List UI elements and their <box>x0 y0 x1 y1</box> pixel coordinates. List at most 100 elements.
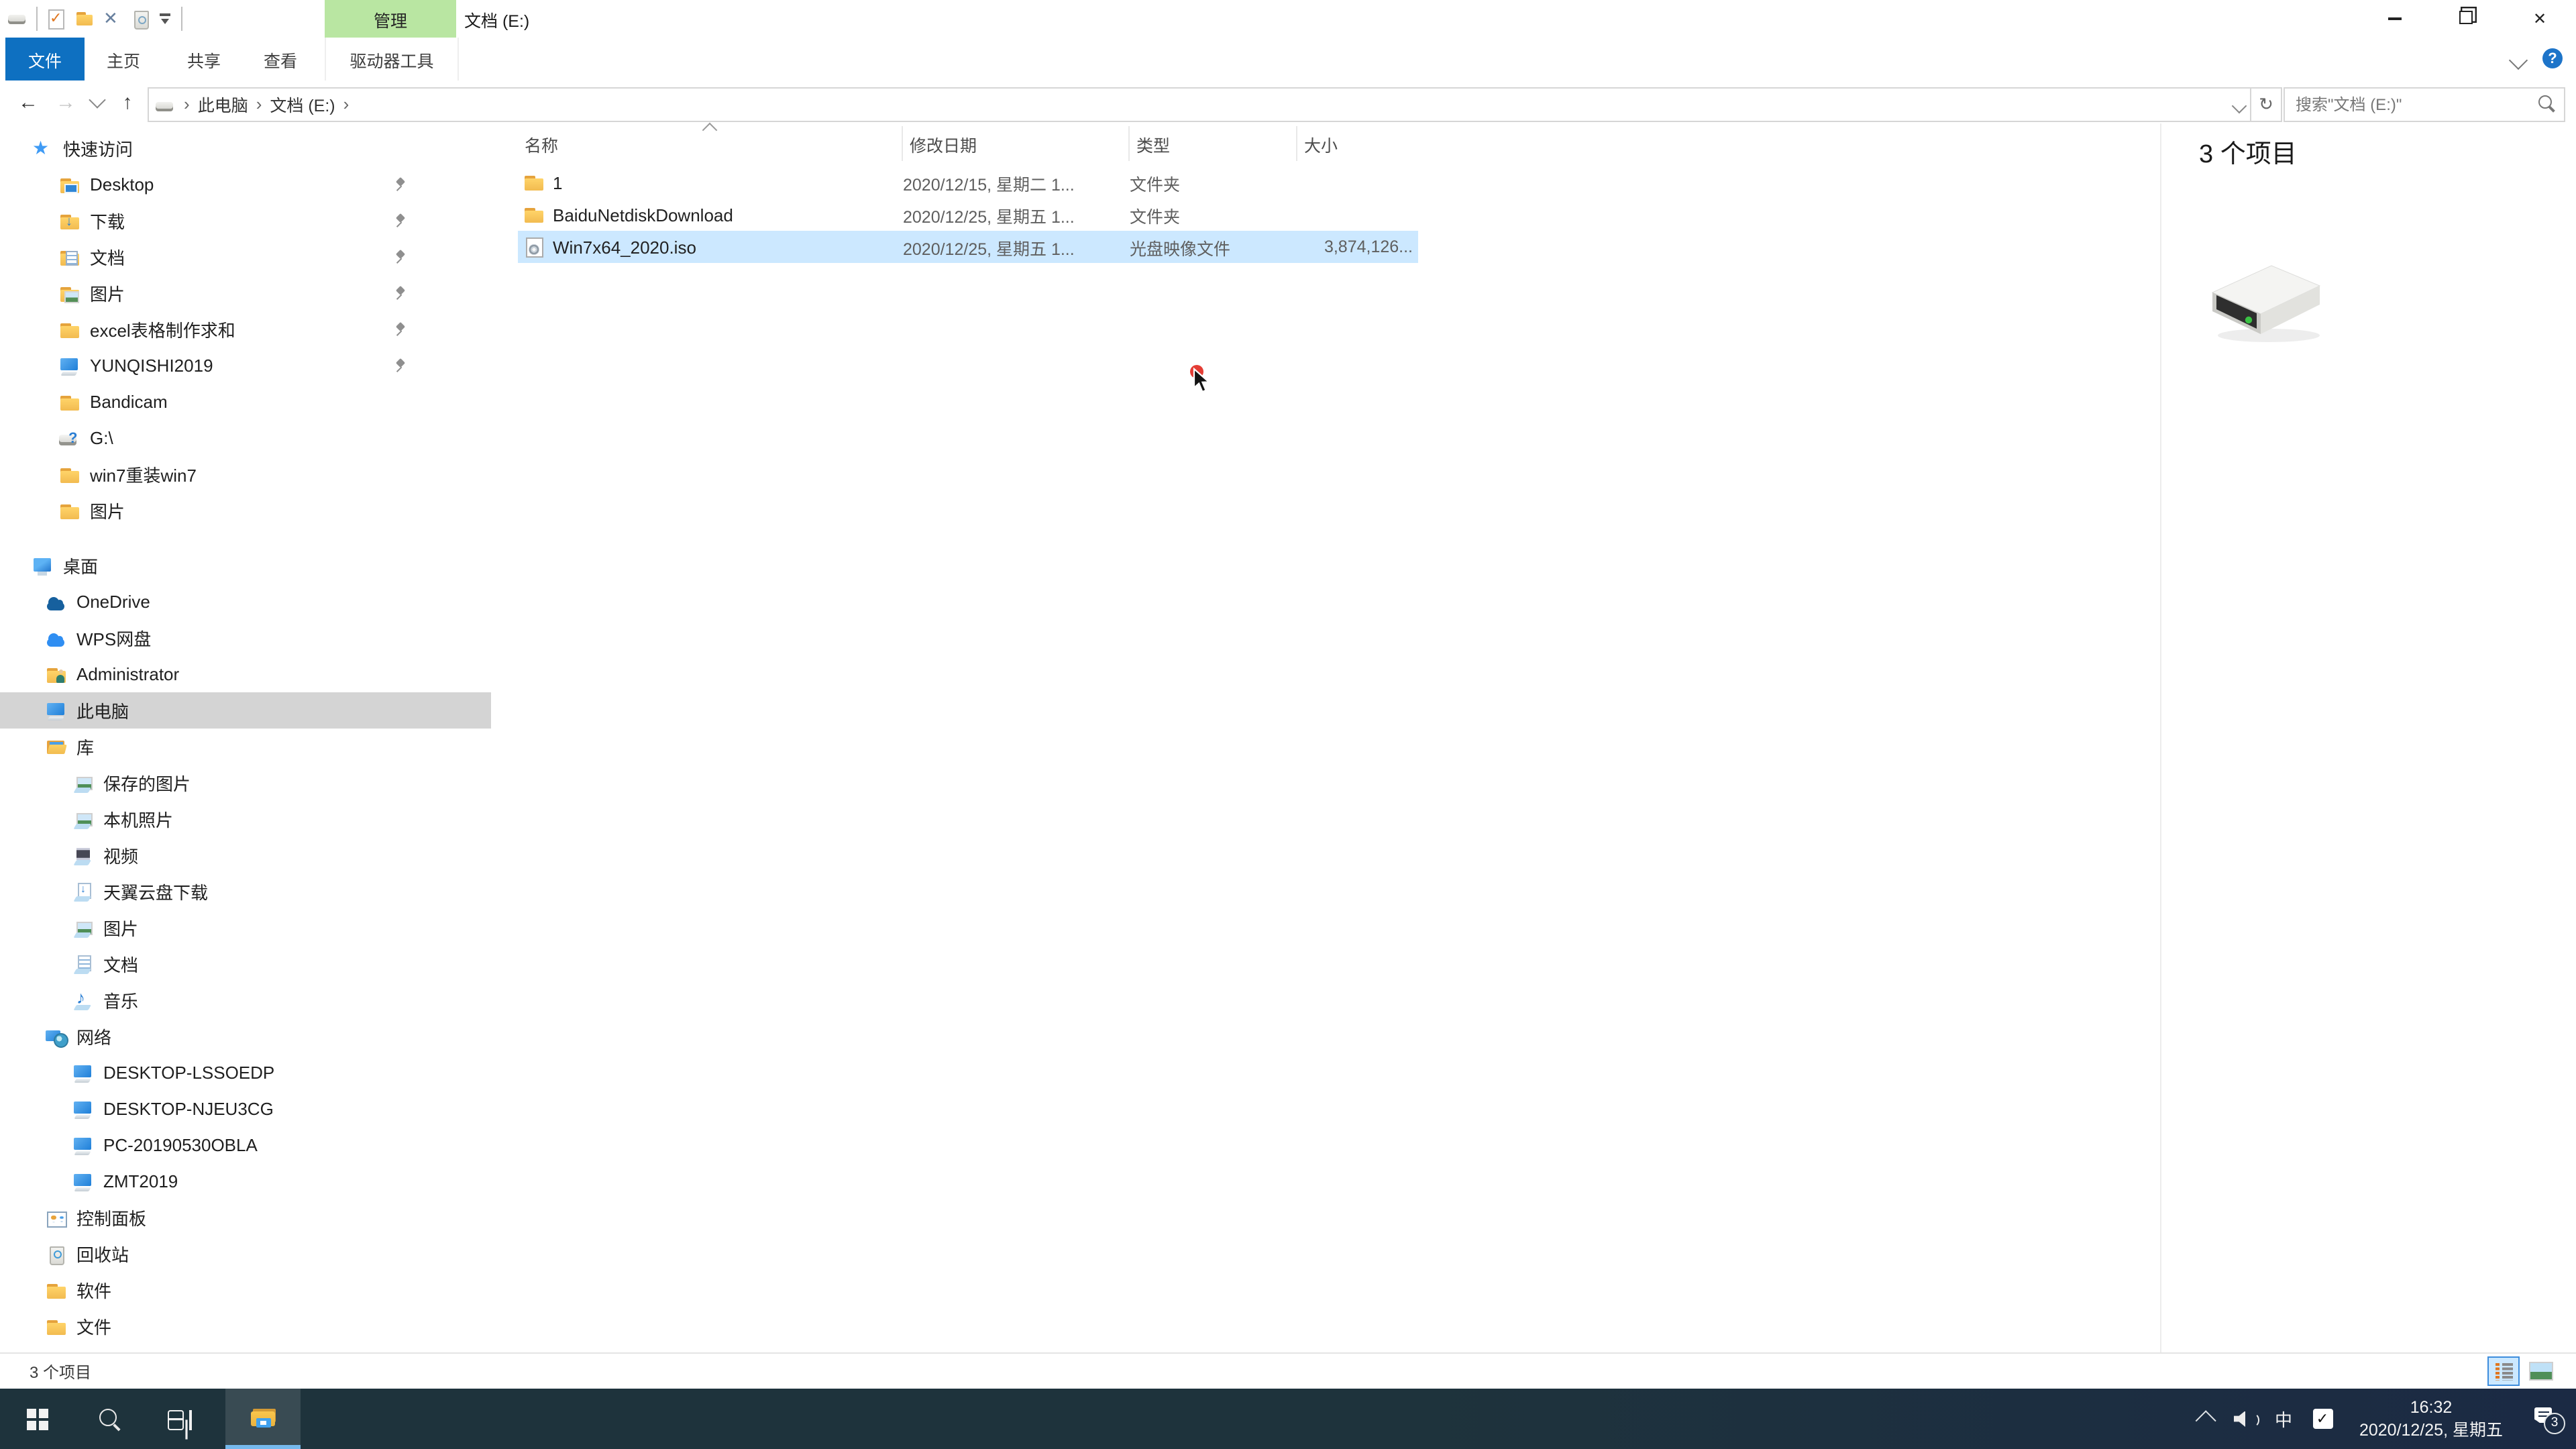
sidebar-item[interactable]: win7重装win7 <box>0 456 491 492</box>
address-dropdown-chevron-icon[interactable] <box>2231 97 2247 113</box>
sidebar-item[interactable]: 文档 <box>0 239 491 275</box>
sidebar-item-icon <box>32 555 54 576</box>
tab-home[interactable]: 主页 <box>90 38 157 80</box>
sidebar-item-icon <box>46 1026 68 1047</box>
ribbon-collapse-chevron-icon[interactable] <box>2508 50 2528 70</box>
sidebar-item[interactable]: 图片 <box>0 275 491 311</box>
pin-icon <box>393 250 408 264</box>
sidebar-item-label: 保存的图片 <box>103 774 191 794</box>
tab-view[interactable]: 查看 <box>246 38 315 80</box>
refresh-icon[interactable]: ↻ <box>2251 87 2282 121</box>
tab-file[interactable]: 文件 <box>5 38 85 80</box>
action-center-button[interactable]: 3 <box>2520 1389 2576 1449</box>
sidebar-item[interactable]: 图片 <box>0 492 491 529</box>
taskbar-search-button[interactable] <box>83 1389 137 1449</box>
sidebar-item-label: 快速访问 <box>63 140 133 160</box>
customize-dropdown-icon[interactable] <box>160 9 172 28</box>
sidebar-item[interactable]: Bandicam <box>0 384 491 420</box>
sidebar-item[interactable]: 视频 <box>0 837 491 873</box>
sidebar-item[interactable]: 文档 <box>0 946 491 982</box>
checkmark-tray-icon: ✓ <box>2312 1409 2332 1429</box>
tab-drive-tools[interactable]: 驱动器工具 <box>325 38 459 80</box>
file-icon <box>523 172 545 193</box>
breadcrumb-this-pc[interactable]: 此电脑 <box>198 91 248 117</box>
sidebar-item-label: DESKTOP-LSSOEDP <box>103 1063 275 1083</box>
search-box[interactable] <box>2284 87 2565 121</box>
column-header-name[interactable]: 名称 <box>518 122 903 161</box>
recent-locations-chevron-icon[interactable] <box>83 82 110 123</box>
sidebar-item-icon <box>46 1243 67 1265</box>
recycle-bin-icon[interactable] <box>131 9 150 30</box>
sidebar-item[interactable]: 图片 <box>0 910 491 946</box>
tray-overflow-button[interactable] <box>2187 1410 2227 1432</box>
sidebar-item[interactable]: excel表格制作求和 <box>0 311 491 347</box>
forward-icon[interactable]: → <box>51 82 80 123</box>
sidebar-item[interactable]: Desktop <box>0 166 491 203</box>
sidebar-item[interactable]: 快速访问 <box>0 130 491 166</box>
breadcrumb-drive-e[interactable]: 文档 (E:) <box>270 91 335 117</box>
sidebar-item[interactable]: 控制面板 <box>0 1199 491 1236</box>
sidebar-item-icon <box>59 391 80 413</box>
tab-share[interactable]: 共享 <box>166 38 241 80</box>
sidebar-item[interactable]: 库 <box>0 729 491 765</box>
sidebar-item[interactable]: 软件 <box>0 1272 491 1308</box>
sidebar-item[interactable]: PC-20190530OBLA <box>0 1127 491 1163</box>
contextual-tab-manage[interactable]: 管理 <box>325 0 456 38</box>
column-header-size[interactable]: 大小 <box>1297 126 1418 161</box>
sidebar-item[interactable]: G:\ <box>0 420 491 456</box>
sidebar-item[interactable]: Administrator <box>0 656 491 692</box>
column-header-type[interactable]: 类型 <box>1130 126 1297 161</box>
properties-check-icon[interactable] <box>47 9 66 30</box>
sidebar-item-icon <box>72 1062 94 1083</box>
sidebar-item[interactable]: 天翼云盘下载 <box>0 873 491 910</box>
sidebar-item[interactable]: 音乐 <box>0 982 491 1018</box>
volume-button[interactable] <box>2227 1408 2265 1430</box>
sidebar-item[interactable]: 保存的图片 <box>0 765 491 801</box>
column-header-date[interactable]: 修改日期 <box>903 126 1130 161</box>
details-view-button[interactable] <box>2487 1356 2520 1386</box>
sidebar-item[interactable]: 本机照片 <box>0 801 491 837</box>
back-icon[interactable]: ← <box>13 82 43 123</box>
sidebar-item[interactable]: 文件 <box>0 1308 491 1344</box>
delete-icon[interactable] <box>103 8 122 30</box>
ribbon-tab-row: 文件 主页 共享 查看 驱动器工具 ? <box>0 38 2576 83</box>
new-folder-icon[interactable] <box>75 9 94 28</box>
help-icon[interactable]: ? <box>2542 48 2563 68</box>
search-icon <box>2538 95 2556 112</box>
sidebar-item[interactable]: DESKTOP-LSSOEDP <box>0 1055 491 1091</box>
file-row[interactable]: Win7x64_2020.iso 2020/12/25, 星期五 1... 光盘… <box>518 231 1418 263</box>
minimize-button[interactable] <box>2359 0 2431 38</box>
file-row[interactable]: BaiduNetdiskDownload 2020/12/25, 星期五 1..… <box>518 199 1418 231</box>
sidebar-item[interactable]: YUNQISHI2019 <box>0 347 491 384</box>
sidebar-item-label: 本机照片 <box>103 810 174 830</box>
up-icon[interactable]: ↑ <box>113 82 142 123</box>
sidebar-item-label: 图片 <box>103 919 139 939</box>
close-button[interactable] <box>2504 0 2576 38</box>
sidebar-item[interactable]: 下载 <box>0 203 491 239</box>
sidebar-item-label: YUNQISHI2019 <box>90 356 213 376</box>
sidebar-item-label: Administrator <box>76 664 180 684</box>
sidebar-item[interactable]: OneDrive <box>0 584 491 620</box>
task-view-button[interactable] <box>153 1389 209 1449</box>
start-button[interactable] <box>11 1389 64 1449</box>
sidebar-item[interactable]: 回收站 <box>0 1236 491 1272</box>
file-row[interactable]: 1 2020/12/15, 星期二 1... 文件夹 <box>518 166 1418 199</box>
ime-indicator[interactable]: 中 <box>2265 1406 2302 1432</box>
sidebar-item[interactable]: DESKTOP-NJEU3CG <box>0 1091 491 1127</box>
address-bar[interactable]: › 此电脑 › 文档 (E:) › <box>148 87 2251 121</box>
sidebar-item-label: WPS网盘 <box>76 629 152 649</box>
clock[interactable]: 16:32 2020/12/25, 星期五 <box>2343 1397 2520 1441</box>
details-pane: 3 个项目 <box>2160 123 2576 1352</box>
sidebar-item-icon <box>59 427 80 449</box>
sidebar-item[interactable]: ZMT2019 <box>0 1163 491 1199</box>
sidebar-item[interactable]: WPS网盘 <box>0 620 491 656</box>
sidebar-item[interactable]: 此电脑 <box>0 692 491 729</box>
thumbnails-view-button[interactable] <box>2525 1356 2557 1386</box>
file-explorer-taskbar-button[interactable] <box>225 1389 301 1449</box>
search-input[interactable] <box>2293 88 2526 120</box>
sidebar-item[interactable]: 网络 <box>0 1018 491 1055</box>
sidebar-item-icon <box>59 355 80 376</box>
tray-app-button[interactable]: ✓ <box>2302 1409 2343 1429</box>
sidebar-item[interactable]: 桌面 <box>0 547 491 584</box>
restore-button[interactable] <box>2431 0 2504 38</box>
